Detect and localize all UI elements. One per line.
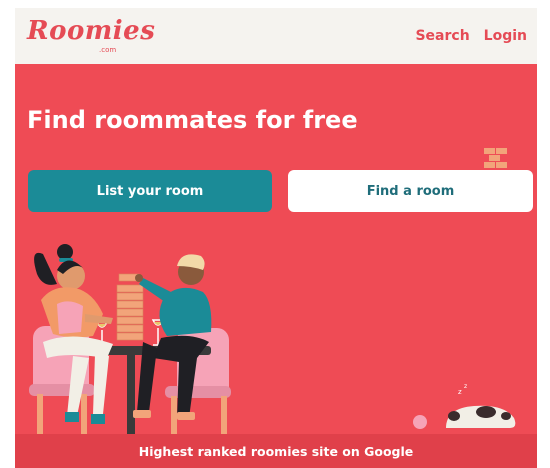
hero-section: Find roommates for free List your room F…: [15, 64, 537, 468]
hero-headline: Find roommates for free: [27, 106, 358, 134]
site-header: Roomies .com Search Login: [15, 8, 537, 64]
trust-text: Highest ranked roomies site on Google: [138, 443, 414, 459]
logo-text: Roomies: [27, 16, 156, 46]
list-your-room-button[interactable]: List your room: [28, 170, 272, 212]
find-a-room-button[interactable]: Find a room: [288, 170, 533, 212]
trust-strip: Highest ranked roomies site on Google: [15, 434, 537, 468]
nav-search-link[interactable]: Search: [415, 28, 469, 44]
logo-suffix: .com: [99, 46, 117, 54]
svg-text:z: z: [464, 383, 467, 390]
sleeping-dog-icon: z z: [413, 383, 516, 429]
nav-login-link[interactable]: Login: [484, 28, 527, 44]
top-nav: Search Login: [415, 28, 527, 44]
brick-stack-icon: [484, 148, 507, 168]
roomies-logo[interactable]: Roomies .com: [27, 16, 155, 56]
svg-text:z: z: [458, 388, 462, 396]
roommates-illustration: [29, 244, 231, 434]
